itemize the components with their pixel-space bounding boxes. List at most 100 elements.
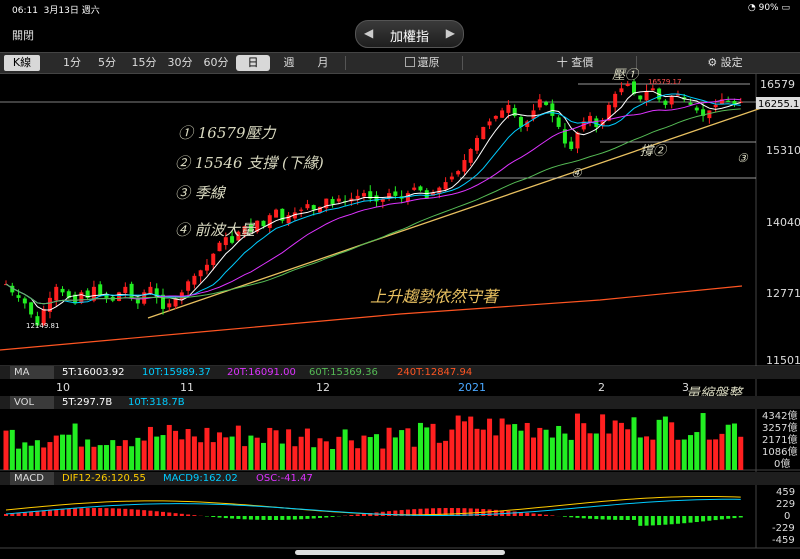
macd-bar [663, 516, 668, 525]
volume-bar [656, 419, 662, 470]
macd-bar [167, 512, 172, 516]
volume-bar [53, 435, 59, 470]
macd-bar [110, 508, 115, 516]
candle-body [29, 302, 34, 315]
macd-bar [173, 513, 178, 516]
volume-bar [204, 427, 210, 470]
ma20-value: 20T:16091.00 [227, 367, 296, 378]
candle-body [443, 182, 448, 190]
home-indicator [295, 550, 505, 555]
macd-bar [625, 516, 630, 520]
volume-bar [355, 448, 361, 470]
volume-bar [242, 446, 248, 470]
dif-value: DIF12-26:120.55 [62, 473, 146, 484]
candle-body [98, 284, 103, 296]
candle-body [544, 102, 549, 105]
macd-bar [550, 515, 555, 516]
volume-bar [568, 439, 574, 470]
candle-body [650, 88, 655, 91]
macd-bar [255, 516, 260, 520]
volume-bar [330, 448, 336, 470]
volume-bar [110, 440, 116, 470]
candle-body [330, 199, 335, 205]
volume-bar [235, 425, 241, 470]
candle-body [299, 209, 304, 211]
volume-bar [154, 436, 160, 470]
macd-bar [531, 513, 536, 516]
volume-bar [135, 437, 141, 470]
macd-bar [537, 514, 542, 516]
ma10-value: 10T:15989.37 [142, 367, 211, 378]
volume-bar [625, 429, 631, 470]
note-prior-volume: ④ 前波大量 [175, 221, 257, 239]
candle-body [192, 275, 197, 285]
volume-bar [122, 440, 128, 470]
volume-bar [210, 442, 216, 470]
candle-body [54, 286, 59, 301]
macd-bar [562, 516, 567, 517]
macd-bar [123, 508, 128, 516]
volume-bar [374, 434, 380, 470]
candle-body [123, 286, 128, 293]
note-uptrend: 上升趨勢依然守著 [370, 287, 501, 306]
candle-body [267, 215, 272, 228]
volume-bar [725, 424, 731, 470]
macd-bar [211, 516, 216, 518]
macd-bar [669, 516, 674, 525]
macd-bar [650, 516, 655, 526]
macd-tick: -459 [772, 535, 795, 546]
volume-bar [34, 440, 40, 470]
note-quarter-line: ③ 季線 [175, 184, 227, 202]
macd-bar [318, 516, 322, 518]
volume-bar [248, 435, 254, 470]
volume-bar [160, 435, 166, 470]
macd9-value: MACD9:162.02 [163, 473, 238, 484]
ma-line [5, 98, 741, 305]
candle-body [198, 270, 203, 277]
volume-bar [436, 442, 442, 470]
macd-bar [487, 509, 492, 516]
candle-body [713, 104, 718, 108]
note-circle-4: ④ [571, 166, 583, 180]
volume-bar [455, 415, 461, 470]
macd-bar [161, 511, 165, 516]
volume-bar [562, 433, 568, 470]
volume-bar [191, 436, 197, 470]
volume-bar [574, 413, 580, 470]
macd-bar [387, 511, 392, 516]
ma-line [5, 90, 741, 311]
macd-bar [588, 516, 593, 519]
volume-bar [505, 424, 511, 470]
volume-bar [681, 439, 687, 470]
volume-bar [411, 446, 417, 470]
macd-bar [694, 516, 699, 523]
volume-bar [260, 442, 266, 470]
volume-bar [631, 417, 637, 470]
x-tick: 2 [598, 381, 605, 394]
macd-bar [98, 508, 103, 516]
volume-bar [173, 430, 179, 470]
macd-bar [719, 516, 724, 520]
candle-body [644, 91, 649, 101]
volume-bar [644, 436, 650, 470]
candle-body [632, 81, 636, 94]
volume-bar [336, 436, 342, 470]
macd-bar [305, 516, 310, 519]
macd-bar [675, 516, 680, 524]
macd-bar [135, 509, 140, 516]
macd-bar [638, 516, 643, 526]
volume-bar [317, 438, 323, 470]
volume-bar [60, 434, 66, 470]
candle-body [638, 95, 643, 100]
volume-bar [9, 429, 15, 470]
candle-body [500, 110, 505, 118]
macd-bar [443, 508, 448, 516]
candle-body [487, 121, 492, 126]
macd-bar [223, 516, 228, 519]
volume-bar [279, 443, 285, 470]
volume-bar [499, 418, 505, 470]
vol-tick: 1086億 [762, 445, 797, 458]
volume-bar [348, 440, 354, 470]
volume-bar [28, 445, 34, 470]
candle-body [374, 195, 379, 202]
